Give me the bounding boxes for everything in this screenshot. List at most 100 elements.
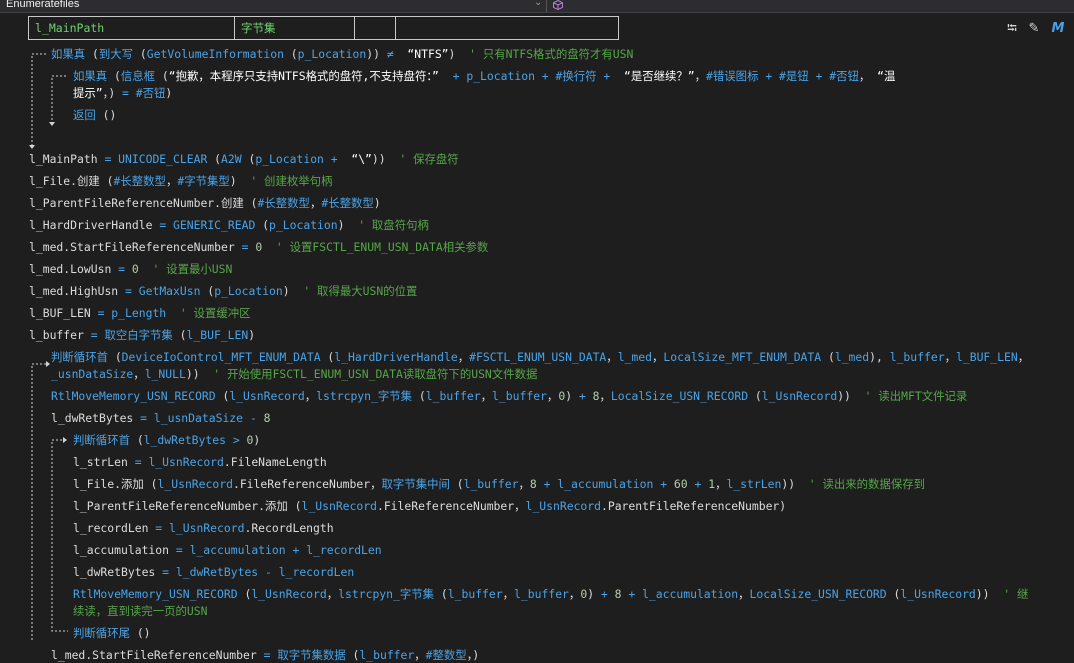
code-token: #换行符	[555, 69, 604, 83]
code-token: RecordLength	[251, 521, 334, 535]
code-token: “\”	[344, 152, 372, 166]
code-token: ))	[975, 587, 997, 601]
code-token: #长整数型	[321, 196, 374, 210]
code-token: (	[456, 477, 464, 491]
code-token: =	[104, 152, 119, 166]
code-token: +	[543, 477, 558, 491]
code-line[interactable]: 提示”，) = #否钮)	[73, 85, 172, 101]
code-token: 续读，直到读完一页的USN	[73, 604, 208, 618]
code-token: 取字节集中间	[381, 477, 457, 491]
code-line[interactable]: l_BUF_LEN = p_Length ' 设置缓冲区	[29, 305, 251, 321]
code-line[interactable]: l_recordLen = l_UsnRecord.RecordLength	[73, 520, 334, 536]
code-line[interactable]: 如果真 (信息框 (“抱歉，本程序只支持NTFS格式的盘符,不支持盘符：” + …	[73, 68, 895, 84]
code-token: )	[565, 389, 579, 403]
code-line[interactable]: l_dwRetBytes = l_usnDataSize - 8	[51, 410, 270, 426]
code-line[interactable]: 判断循环尾 ()	[73, 625, 151, 641]
code-line[interactable]: l_med.StartFileReferenceNumber = 0 ' 设置F…	[29, 239, 488, 255]
code-line[interactable]: 如果真 (到大写 (GetVolumeInformation (p_Locati…	[51, 46, 633, 62]
code-token: ，	[304, 389, 317, 403]
code-token: p_Location	[269, 218, 338, 232]
code-line[interactable]: l_med.StartFileReferenceNumber = 取字节集数据 …	[51, 647, 479, 663]
code-token: #错误图标	[706, 69, 766, 83]
code-token: l_UsnRecord	[525, 499, 601, 513]
code-token: (	[139, 47, 147, 61]
code-token: (	[290, 47, 298, 61]
code-line[interactable]: l_buffer = 取空白字节集 (l_BUF_LEN)	[29, 327, 255, 343]
code-token: )	[373, 196, 381, 210]
code-token: ，	[414, 648, 426, 662]
code-line[interactable]: l_File.添加 (l_UsnRecord.FileReferenceNumb…	[73, 476, 925, 492]
code-line[interactable]: l_accumulation = l_accumulation + l_reco…	[73, 542, 382, 558]
code-token: lstrcpyn_字节集	[316, 389, 419, 403]
code-token: l_UsnRecord	[251, 587, 327, 601]
code-token: FileNameLength	[230, 455, 327, 469]
code-token: l_File	[29, 174, 71, 188]
code-token: l_accumulation	[189, 543, 293, 557]
code-token: ，	[738, 587, 750, 601]
code-token: +	[694, 477, 709, 491]
code-line[interactable]: RtlMoveMemory_USN_RECORD (l_UsnRecord，ls…	[73, 586, 1028, 602]
code-token: ，	[165, 174, 178, 188]
code-token: ' 设置FSCTL_ENUM_USN_DATA相关参数	[269, 240, 489, 254]
code-token: .	[70, 174, 78, 188]
code-token: (	[150, 477, 158, 491]
code-token: +	[628, 587, 643, 601]
code-token: 信息框	[120, 69, 162, 83]
code-token: ' 只有NTFS格式的盘符才有USN	[462, 47, 634, 61]
code-token: l_UsnRecord	[761, 389, 838, 403]
code-line[interactable]: l_med.LowUsn = 0 ' 设置最小USN	[29, 261, 232, 277]
code-line[interactable]: l_dwRetBytes = l_dwRetBytes - l_recordLe…	[73, 564, 354, 580]
code-token: l_recordLen	[278, 565, 355, 579]
code-token: (	[754, 389, 762, 403]
code-token: (	[136, 433, 144, 447]
code-token: 8	[614, 587, 629, 601]
code-token: 提示”	[73, 86, 103, 100]
code-token: #长整数型	[257, 196, 310, 210]
code-token: l_buffer	[492, 389, 547, 403]
code-line[interactable]: 续读，直到读完一页的USN	[73, 603, 207, 619]
code-line[interactable]: l_strLen = l_UsnRecord.FileNameLength	[73, 454, 327, 470]
code-line[interactable]: l_med.HighUsn = GetMaxUsn (p_Location) '…	[29, 283, 417, 299]
code-line[interactable]: l_ParentFileReferenceNumber.创建 (#长整数型，#长…	[29, 195, 381, 211]
code-line[interactable]: _usnDataSize，l_NULL)) ' 开始使用FSCTL_ENUM_U…	[51, 366, 537, 382]
code-line[interactable]: l_ParentFileReferenceNumber.添加 (l_UsnRec…	[73, 498, 786, 514]
code-token: ≠	[386, 47, 401, 61]
code-token: 如果真	[73, 69, 115, 83]
code-token: ),	[869, 350, 890, 364]
code-token: ))	[781, 477, 802, 491]
code-token: +	[541, 69, 556, 83]
code-token: l_strLen	[73, 455, 135, 469]
code-line[interactable]: 判断循环首 (l_dwRetBytes > 0)	[73, 432, 260, 448]
code-token: =	[162, 565, 176, 579]
code-token: l_UsnRecord	[301, 499, 377, 513]
code-token: p_Location	[255, 152, 331, 166]
code-token: >	[232, 433, 247, 447]
code-token: l_UsnRecord	[157, 477, 233, 491]
code-token: l_UsnRecord	[229, 389, 305, 403]
code-token: l_buffer	[29, 328, 91, 342]
code-token: 0	[255, 240, 270, 254]
code-token: A2W	[221, 152, 249, 166]
code-token: 创建	[221, 196, 251, 210]
code-token: 判断循环首	[51, 350, 115, 364]
code-token: l_File	[73, 477, 115, 491]
code-token: GetVolumeInformation	[146, 47, 291, 61]
code-token: l_buffer	[359, 648, 415, 662]
code-line[interactable]: l_File.创建 (#长整数型，#字节集型) ' 创建枚举句柄	[29, 173, 332, 189]
code-line[interactable]: RtlMoveMemory_USN_RECORD (l_UsnRecord，ls…	[51, 388, 967, 404]
code-token: )	[165, 86, 173, 100]
code-token: ，	[651, 350, 664, 364]
code-token: =	[122, 86, 136, 100]
code-line[interactable]: 返回 ()	[73, 107, 116, 123]
code-token: =	[241, 240, 256, 254]
code-line[interactable]: l_MainPath = UNICODE_CLEAR (A2W (p_Locat…	[29, 151, 459, 167]
code-token: ，	[568, 587, 581, 601]
code-token: l_NULL	[144, 367, 186, 381]
code-line[interactable]: l_HardDriverHandle = GENERIC_READ (p_Loc…	[29, 217, 429, 233]
code-token: ，	[944, 350, 956, 364]
code-token: ，	[502, 587, 515, 601]
code-token: )	[587, 587, 601, 601]
code-token: +	[578, 389, 593, 403]
code-line[interactable]: 判断循环首 (DeviceIoControl_MFT_ENUM_DATA (l_…	[51, 349, 1029, 365]
code-token: p_Length	[111, 306, 174, 320]
